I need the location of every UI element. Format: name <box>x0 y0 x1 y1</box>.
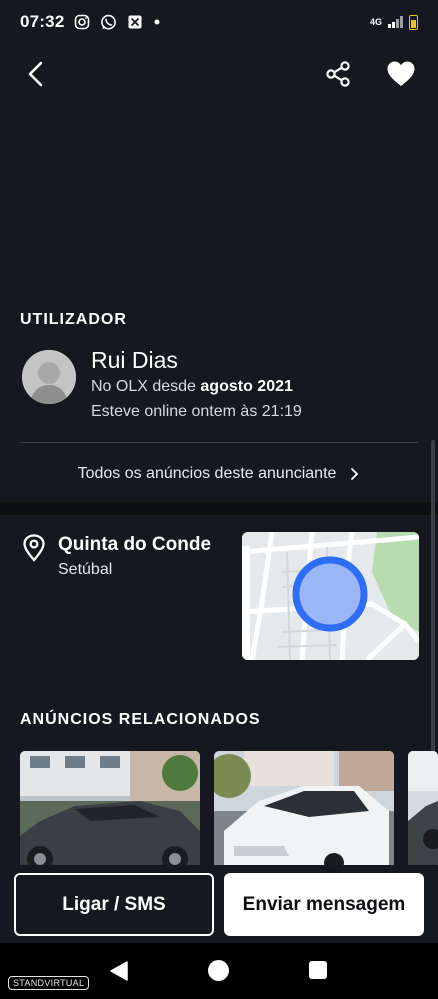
map-image <box>242 532 419 660</box>
user-name: Rui Dias <box>91 347 178 373</box>
instagram-icon <box>75 14 90 30</box>
location-map[interactable] <box>242 532 419 660</box>
system-status: 4G <box>369 14 418 30</box>
last-online: Esteve online ontem às 21:19 <box>91 403 302 420</box>
divider <box>20 442 418 443</box>
member-since-date: agosto 2021 <box>200 378 293 395</box>
system-nav-bar: STANDVIRTUAL <box>0 943 438 999</box>
heart-icon <box>387 61 415 86</box>
send-message-button[interactable]: Enviar mensagem <box>224 873 424 936</box>
whatsapp-icon <box>101 14 117 30</box>
watermark-logo: STANDVIRTUAL <box>8 976 90 990</box>
chevron-left-icon <box>28 61 43 87</box>
avatar <box>22 350 76 404</box>
location-region: Setúbal <box>58 561 113 578</box>
back-button[interactable] <box>16 54 56 94</box>
network-label: 4G <box>369 17 382 27</box>
car-photo <box>214 751 394 869</box>
status-time: 07:32 <box>20 12 65 31</box>
nav-back-button[interactable] <box>108 960 130 987</box>
related-ads-title: ANÚNCIOS RELACIONADOS <box>20 711 261 728</box>
member-since: No OLX desde agosto 2021 <box>91 378 293 396</box>
related-ad-card[interactable] <box>408 751 438 869</box>
notification-icons <box>74 14 161 31</box>
all-ads-link[interactable]: Todos os anúncios deste anunciante <box>0 456 438 492</box>
favorite-button[interactable] <box>381 54 421 94</box>
user-section-title: UTILIZADOR <box>20 311 127 328</box>
app-notification-icon <box>128 15 142 29</box>
location-pin-icon <box>22 534 46 567</box>
car-photo <box>20 751 200 869</box>
user-avatar-icon <box>22 350 76 404</box>
all-ads-label: Todos os anúncios deste anunciante <box>77 465 337 482</box>
contact-actions: Ligar / SMS Enviar mensagem <box>0 865 438 943</box>
battery-icon <box>409 14 418 30</box>
related-ad-card[interactable] <box>20 751 200 869</box>
location-city: Quinta do Conde <box>58 534 212 555</box>
signal-icon <box>388 16 403 28</box>
share-icon <box>326 61 350 87</box>
related-ad-card[interactable] <box>214 751 394 869</box>
call-sms-button[interactable]: Ligar / SMS <box>14 873 214 936</box>
chevron-right-icon <box>351 468 359 480</box>
nav-home-button[interactable] <box>208 960 229 981</box>
share-button[interactable] <box>318 54 358 94</box>
triangle-back-icon <box>110 961 128 981</box>
car-photo <box>408 751 438 869</box>
top-app-bar <box>0 52 438 98</box>
status-bar: 07:32 4G <box>0 0 438 44</box>
section-separator <box>0 502 438 515</box>
member-since-prefix: No OLX desde <box>91 378 201 395</box>
related-ads-carousel[interactable] <box>20 751 438 869</box>
dot-icon <box>154 19 160 25</box>
nav-recents-button[interactable] <box>309 961 327 979</box>
